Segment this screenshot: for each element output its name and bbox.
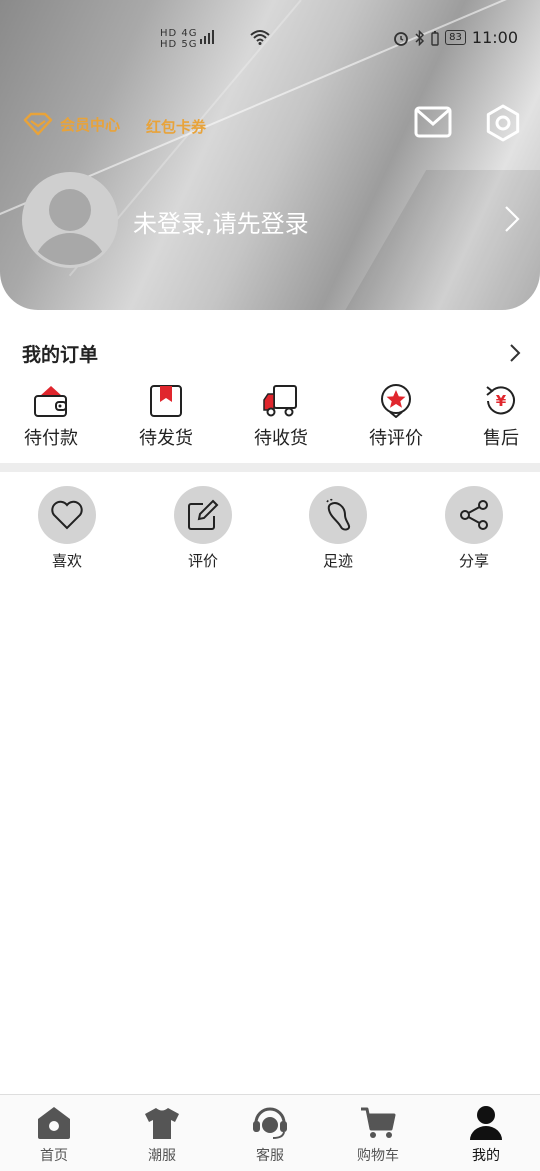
nav-label: 潮服	[148, 1148, 176, 1164]
nav-label: 购物车	[357, 1148, 399, 1164]
clock: 11:00	[471, 28, 518, 47]
star-badge-icon	[381, 384, 411, 418]
cart-icon	[361, 1107, 396, 1138]
tool-label: 喜欢	[51, 552, 82, 570]
refund-icon: ¥	[486, 386, 515, 415]
red-packet-link[interactable]: 红包卡券	[146, 116, 206, 137]
user-icon	[470, 1106, 502, 1140]
tool-reviews[interactable]: 评价	[158, 486, 248, 571]
home-icon	[38, 1107, 70, 1139]
avatar[interactable]	[22, 172, 118, 268]
nav-label: 我的	[472, 1148, 500, 1164]
order-pending-receipt[interactable]: 待收货	[241, 384, 321, 450]
battery-saver-icon	[431, 30, 439, 46]
mail-icon[interactable]	[414, 106, 452, 138]
order-pending-payment[interactable]: 待付款	[11, 384, 91, 450]
chevron-right-icon[interactable]	[508, 343, 522, 363]
settings-icon[interactable]	[484, 104, 522, 142]
truck-icon	[263, 385, 297, 417]
heart-icon	[51, 500, 83, 530]
status-bar: HD 4G HD 5G 83 11:00	[0, 28, 540, 52]
battery-level: 83	[445, 30, 466, 45]
nav-label: 客服	[256, 1148, 284, 1164]
login-prompt[interactable]: 未登录,请先登录	[133, 204, 309, 239]
edit-icon	[188, 499, 219, 530]
header-decoration	[333, 170, 540, 310]
tool-label: 分享	[458, 552, 489, 570]
order-label: 待评价	[369, 428, 423, 449]
tool-share[interactable]: 分享	[429, 486, 519, 571]
diamond-icon	[23, 112, 53, 136]
wallet-icon	[34, 386, 67, 417]
order-label: 待付款	[24, 428, 78, 449]
order-label: 待收货	[254, 428, 308, 449]
wifi-icon	[250, 30, 270, 45]
orders-title: 我的订单	[22, 344, 99, 366]
svg-text:¥: ¥	[496, 392, 507, 410]
tool-label: 评价	[187, 552, 218, 570]
signal-right: HD 5G	[160, 39, 198, 50]
share-icon	[460, 500, 488, 530]
bluetooth-icon	[415, 29, 425, 46]
tshirt-icon	[145, 1108, 179, 1139]
nav-fashion[interactable]: 潮服	[122, 1105, 202, 1165]
member-center-label: 会员中心	[60, 115, 121, 134]
chevron-right-icon[interactable]	[504, 205, 520, 233]
bottom-nav: 首页 潮服 客服 购物车 我的	[0, 1094, 540, 1171]
profile-header: HD 4G HD 5G 83 11:00 会员中心 红包卡券 未登录,请先登录	[0, 0, 540, 310]
order-pending-shipment[interactable]: 待发货	[126, 384, 206, 450]
nav-profile[interactable]: 我的	[446, 1105, 526, 1165]
section-divider	[0, 463, 540, 472]
order-after-sales[interactable]: ¥ 售后	[461, 384, 540, 450]
member-center-link[interactable]: 会员中心	[22, 112, 120, 136]
package-icon	[150, 385, 182, 417]
nav-home[interactable]: 首页	[14, 1105, 94, 1165]
tool-label: 足迹	[322, 552, 353, 570]
order-label: 售后	[483, 428, 519, 449]
alarm-icon	[394, 31, 409, 46]
nav-label: 首页	[40, 1148, 68, 1164]
nav-customer-service[interactable]: 客服	[230, 1105, 310, 1165]
tool-footprints[interactable]: 足迹	[293, 486, 383, 571]
nav-cart[interactable]: 购物车	[338, 1105, 418, 1165]
signal-left: HD 4G	[160, 28, 198, 39]
signal-label: HD 4G HD 5G	[160, 28, 198, 50]
order-pending-review[interactable]: 待评价	[356, 384, 436, 450]
cellular-signal-icon	[200, 30, 214, 44]
headset-icon	[253, 1107, 287, 1139]
footprint-icon	[326, 498, 351, 531]
order-label: 待发货	[139, 428, 193, 449]
tool-favorites[interactable]: 喜欢	[22, 486, 112, 571]
